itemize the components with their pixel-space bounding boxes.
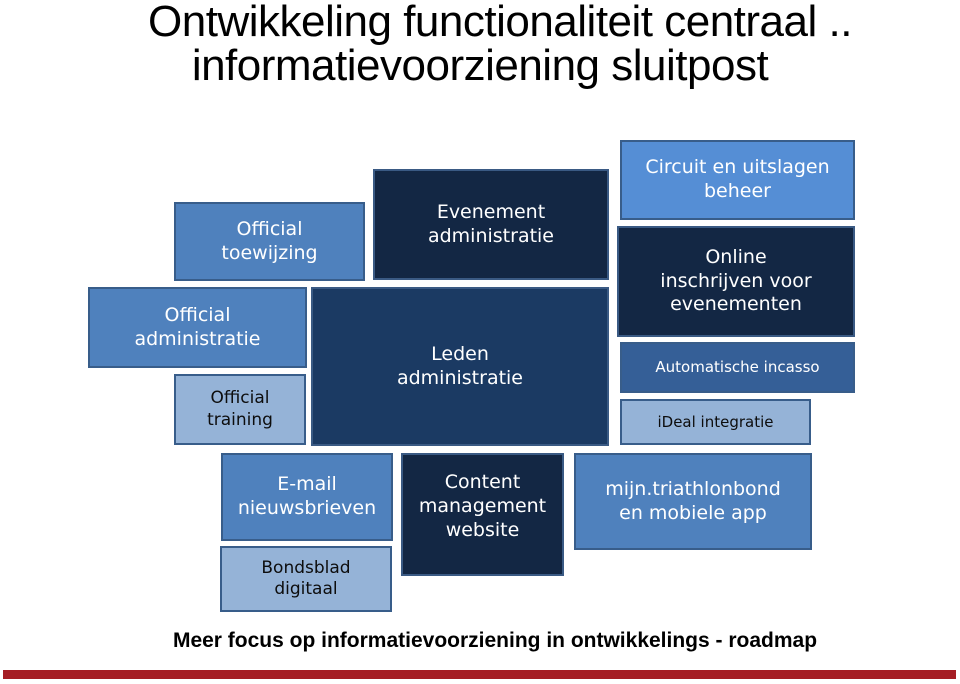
box-label-line: E-mail xyxy=(277,473,337,496)
box-label-line: Official xyxy=(164,303,231,326)
box-label-line: mijn.triathlonbond xyxy=(605,477,781,500)
box-mijn-triathlonbond-app: mijn.triathlonbond en mobiele app xyxy=(574,453,812,550)
footer-accent-bar xyxy=(3,670,956,679)
box-label-line: website xyxy=(445,518,520,541)
box-label-line: Evenement xyxy=(436,200,546,223)
box-label-line: en mobiele app xyxy=(619,501,767,524)
box-official-administratie: Official administratie xyxy=(88,287,307,368)
box-content-management-website: Content management website xyxy=(401,453,564,576)
slide-title-line-1: Ontwikkeling functionaliteit centraal .. xyxy=(148,0,852,46)
box-label-line: Official xyxy=(210,388,270,409)
box-circuit-uitslagen-beheer: Circuit en uitslagen beheer xyxy=(620,140,855,220)
box-label-line: management xyxy=(418,494,547,517)
box-label-line: iDeal integratie xyxy=(657,412,774,431)
box-label-line: administratie xyxy=(427,224,555,247)
box-label-line: evenementen xyxy=(670,293,802,316)
box-official-toewijzing: Official toewijzing xyxy=(174,202,365,281)
box-label-line: Official xyxy=(236,217,303,240)
box-label-line: training xyxy=(207,409,273,430)
box-label-line: administratie xyxy=(396,366,524,389)
box-automatische-incasso: Automatische incasso xyxy=(620,342,855,393)
box-label-line: digitaal xyxy=(274,579,338,599)
box-label-line: Content xyxy=(444,471,521,493)
box-ideal-integratie: iDeal integratie xyxy=(620,399,811,445)
box-leden-administratie: Leden administratie xyxy=(311,287,609,446)
slide-title-line-2: informatievoorziening sluitpost xyxy=(191,41,769,90)
box-label-line: inschrijven voor xyxy=(660,269,812,292)
footer-caption: Meer focus op informatievoorziening in o… xyxy=(172,629,818,652)
box-label-line: Bondsblad xyxy=(261,557,351,578)
box-label-line: Circuit en uitslagen xyxy=(645,156,830,179)
box-label-line: toewijzing xyxy=(221,241,318,264)
box-bondsblad-digitaal: Bondsblad digitaal xyxy=(220,546,392,612)
box-label-line: Online xyxy=(705,245,767,268)
box-label-line: Automatische incasso xyxy=(655,358,820,377)
box-label-line: administratie xyxy=(134,327,261,350)
box-online-inschrijven: Online inschrijven voor evenementen xyxy=(617,226,855,337)
box-label-line: beheer xyxy=(704,180,771,202)
box-evenement-administratie: Evenement administratie xyxy=(373,169,609,280)
box-official-training: Official training xyxy=(174,374,306,445)
box-email-nieuwsbrieven: E-mail nieuwsbrieven xyxy=(221,453,393,541)
box-label-line: Leden xyxy=(431,342,489,365)
box-label-line: nieuwsbrieven xyxy=(237,497,377,519)
